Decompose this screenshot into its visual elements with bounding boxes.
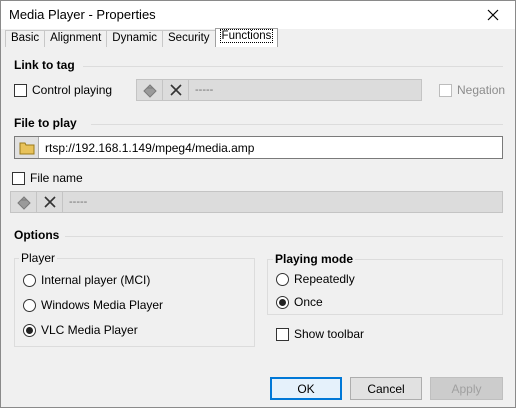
show-toolbar-label: Show toolbar (294, 327, 365, 341)
close-button[interactable] (475, 3, 511, 27)
radio-repeatedly-circle (276, 272, 289, 286)
radio-once[interactable]: Once (276, 295, 323, 309)
radio-internal-player-label: Internal player (MCI) (41, 273, 151, 287)
cancel-button[interactable]: Cancel (350, 377, 422, 400)
select-tag-button[interactable] (137, 80, 163, 100)
file-path-value: rtsp://192.168.1.149/mpeg4/media.amp (45, 140, 255, 155)
tab-functions-label: Functions (219, 29, 274, 43)
radio-vlc-media-player-circle (23, 323, 36, 337)
control-playing-box (14, 83, 27, 97)
radio-repeatedly[interactable]: Repeatedly (276, 272, 355, 286)
options-title: Options (14, 228, 60, 242)
control-playing-label: Control playing (32, 83, 113, 97)
clear-icon (169, 84, 182, 96)
file-name-clear-tag-button[interactable] (37, 192, 63, 212)
playing-mode-group-label: Playing mode (273, 252, 356, 266)
radio-vlc-media-player-label: VLC Media Player (41, 323, 138, 337)
folder-icon (19, 142, 34, 154)
file-to-play-divider (91, 124, 503, 125)
window-title: Media Player - Properties (9, 7, 156, 22)
tag-icon (16, 196, 31, 210)
tab-strip: Basic Alignment Dynamic Security Functio… (5, 28, 279, 48)
show-toolbar-checkbox[interactable]: Show toolbar (276, 327, 364, 341)
radio-repeatedly-label: Repeatedly (294, 272, 355, 286)
title-bar: Media Player - Properties (1, 1, 515, 29)
link-to-tag-title: Link to tag (14, 58, 75, 72)
close-icon (487, 9, 499, 21)
ok-button[interactable]: OK (270, 377, 342, 400)
control-playing-tag-field: ----- (136, 79, 422, 101)
file-name-box (12, 171, 25, 185)
tab-basic[interactable]: Basic (5, 30, 46, 47)
file-path-field[interactable]: rtsp://192.168.1.149/mpeg4/media.amp (14, 136, 503, 159)
negation-box (439, 83, 452, 97)
clear-tag-button[interactable] (163, 80, 189, 100)
tab-functions[interactable]: Functions (214, 28, 279, 47)
negation-checkbox[interactable]: Negation (439, 83, 505, 97)
radio-windows-media-player-label: Windows Media Player (41, 298, 164, 312)
radio-selected-dot (279, 298, 286, 306)
file-name-checkbox[interactable]: File name (12, 171, 83, 185)
file-name-select-tag-button[interactable] (11, 192, 37, 212)
file-name-tag-field: ----- (10, 191, 503, 213)
control-playing-tag-value: ----- (195, 84, 214, 96)
button-bar: OK Cancel Apply (1, 367, 515, 407)
file-name-tag-value: ----- (69, 196, 88, 208)
radio-vlc-media-player[interactable]: VLC Media Player (23, 323, 138, 337)
radio-windows-media-player-circle (23, 298, 36, 312)
radio-windows-media-player[interactable]: Windows Media Player (23, 298, 163, 312)
radio-once-label: Once (294, 295, 323, 309)
player-group-label: Player (19, 251, 58, 265)
show-toolbar-box (276, 327, 289, 341)
file-name-label: File name (30, 171, 83, 185)
tab-security[interactable]: Security (162, 30, 216, 47)
negation-label: Negation (457, 83, 506, 97)
link-to-tag-divider (83, 66, 503, 67)
tag-icon (142, 84, 157, 98)
radio-internal-player[interactable]: Internal player (MCI) (23, 273, 150, 287)
properties-dialog: Media Player - Properties Basic Alignmen… (0, 0, 516, 408)
radio-internal-player-circle (23, 273, 36, 287)
clear-icon (43, 196, 56, 208)
browse-button[interactable] (15, 137, 39, 158)
radio-once-circle (276, 295, 289, 309)
radio-selected-dot (26, 326, 33, 334)
file-to-play-title: File to play (14, 116, 77, 130)
tab-dynamic[interactable]: Dynamic (106, 30, 163, 47)
options-divider (65, 236, 503, 237)
apply-button[interactable]: Apply (430, 377, 503, 400)
control-playing-checkbox[interactable]: Control playing (14, 83, 112, 97)
tab-alignment[interactable]: Alignment (44, 30, 108, 47)
